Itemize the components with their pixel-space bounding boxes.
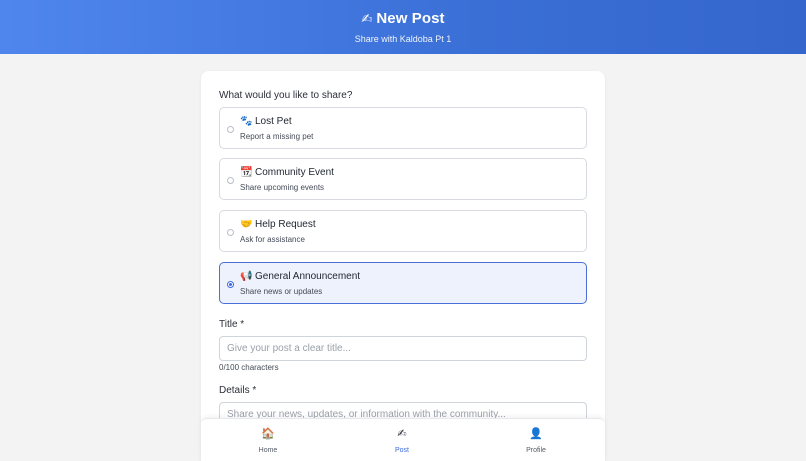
- radio-button[interactable]: [227, 229, 234, 236]
- title-character-counter: 0/100 characters: [219, 363, 279, 372]
- post-type-option-community-event[interactable]: 📆 Community Event Share upcoming events: [219, 158, 587, 200]
- post-type-option-lost-pet[interactable]: 🐾 Lost Pet Report a missing pet: [219, 107, 587, 149]
- page-title-text: New Post: [376, 10, 445, 27]
- option-description: Share upcoming events: [240, 183, 325, 192]
- house-icon: 🏠: [261, 428, 275, 440]
- megaphone-icon: 📢: [240, 271, 253, 282]
- writing-hand-icon: ✍: [361, 11, 373, 26]
- option-label: Community Event: [255, 167, 334, 178]
- writing-hand-icon: ✍: [397, 428, 407, 440]
- calendar-icon: 📆: [240, 167, 253, 178]
- nav-item-profile[interactable]: 👤 Profile: [469, 419, 603, 461]
- radio-button[interactable]: [227, 177, 234, 184]
- post-type-option-general-announcement[interactable]: 📢 General Announcement Share news or upd…: [219, 262, 587, 304]
- title-input[interactable]: [219, 336, 587, 361]
- post-type-option-help-request[interactable]: 🤝 Help Request Ask for assistance: [219, 210, 587, 252]
- option-label: Help Request: [255, 219, 316, 230]
- title-field-label: Title *: [219, 319, 245, 330]
- app-header: ✍ New Post Share with Kaldoba Pt 1: [0, 0, 806, 54]
- option-description: Share news or updates: [240, 287, 323, 296]
- page-title: ✍ New Post: [0, 10, 806, 27]
- paw-prints-icon: 🐾: [240, 116, 253, 127]
- page-subtitle: Share with Kaldoba Pt 1: [354, 34, 452, 44]
- bottom-navigation: 🏠 Home ✍ Post 👤 Profile: [201, 418, 605, 461]
- nav-item-post[interactable]: ✍ Post: [335, 419, 469, 461]
- option-description: Report a missing pet: [240, 132, 314, 141]
- radio-button-selected[interactable]: [227, 281, 234, 288]
- post-type-question: What would you like to share?: [219, 90, 353, 101]
- details-field-label: Details *: [219, 385, 257, 396]
- option-label: General Announcement: [255, 271, 361, 282]
- nav-label: Post: [394, 447, 409, 454]
- handshake-icon: 🤝: [240, 219, 253, 230]
- nav-item-home[interactable]: 🏠 Home: [201, 419, 335, 461]
- user-icon: 👤: [529, 428, 543, 440]
- option-label: Lost Pet: [255, 116, 292, 127]
- radio-button[interactable]: [227, 126, 234, 133]
- option-description: Ask for assistance: [240, 235, 305, 244]
- nav-label: Home: [258, 447, 278, 454]
- nav-label: Profile: [526, 447, 546, 454]
